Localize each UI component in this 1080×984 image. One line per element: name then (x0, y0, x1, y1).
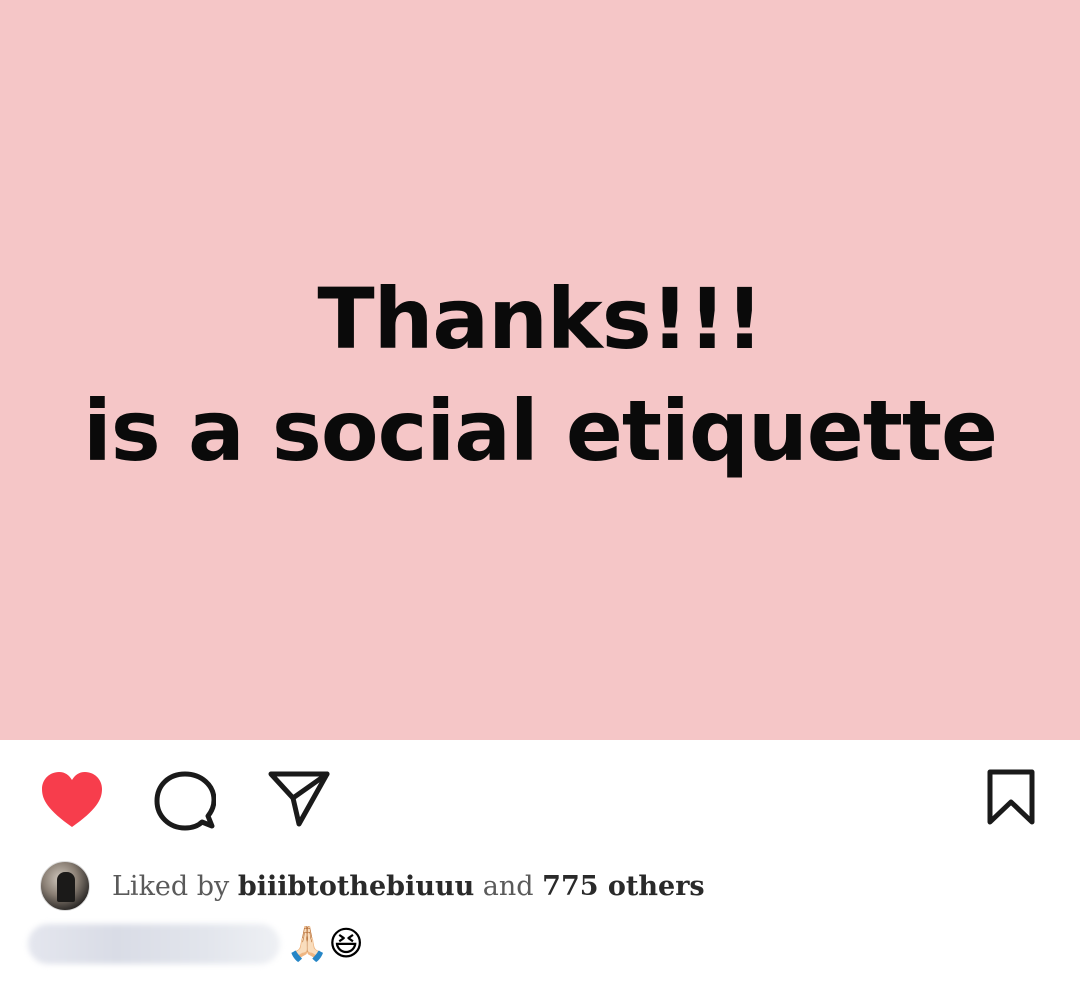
caption-emojis: 🙏🏻😆 (286, 924, 364, 964)
post-image[interactable]: Thanks!!! is a social etiquette (0, 0, 1080, 740)
post-text-line2: is a social etiquette (82, 382, 998, 480)
paper-plane-icon[interactable] (268, 770, 330, 828)
caption-row: 🙏🏻😆 (28, 918, 364, 970)
likes-middle: and (474, 870, 543, 902)
comment-icon[interactable] (154, 770, 216, 832)
likes-prefix: Liked by (112, 870, 238, 902)
likes-summary[interactable]: Liked by biiibtothebiuuu and 775 others (112, 871, 705, 902)
instagram-post: Thanks!!! is a social etiquette Liked by… (0, 0, 1080, 984)
likes-row: Liked by biiibtothebiuuu and 775 others (40, 860, 705, 912)
post-text-line1: Thanks!!! (317, 270, 763, 368)
bookmark-icon[interactable] (984, 768, 1038, 826)
likes-others-count[interactable]: 775 others (542, 871, 704, 902)
liker-username[interactable]: biiibtothebiuuu (238, 871, 474, 902)
liker-avatar[interactable] (40, 861, 90, 911)
heart-icon[interactable] (40, 770, 104, 830)
blurred-username (28, 924, 280, 964)
action-bar (0, 740, 1080, 860)
